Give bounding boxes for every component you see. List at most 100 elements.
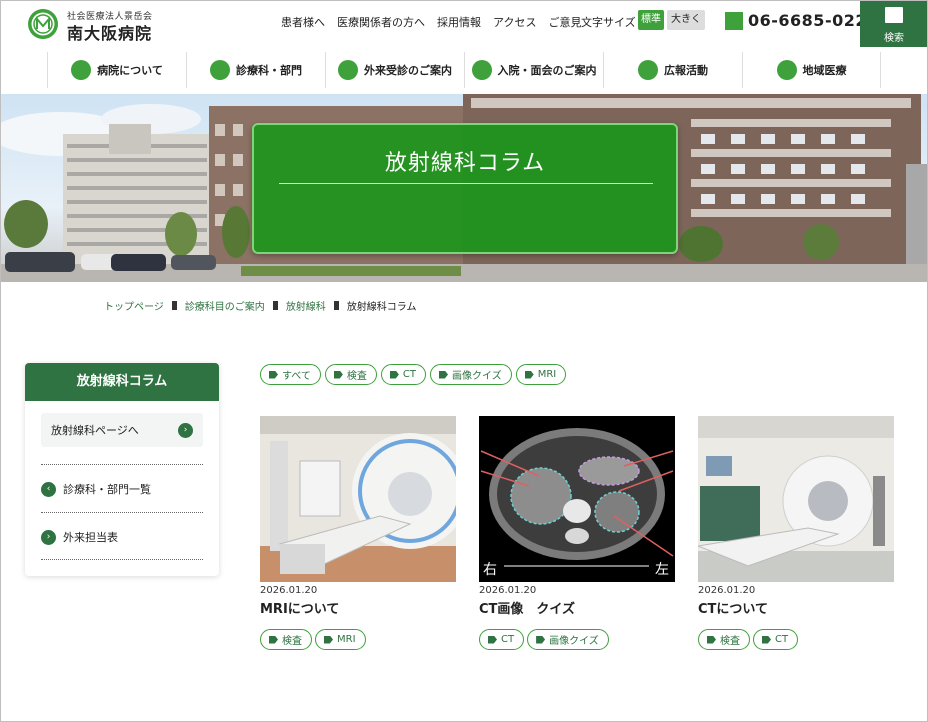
article-card-mri[interactable]: 2026.01.20 MRIについて 検査 MRI bbox=[260, 416, 456, 650]
filter-image-quiz[interactable]: 画像クイズ bbox=[430, 364, 512, 385]
nav-dot-icon bbox=[638, 60, 658, 80]
breadcrumb-separator-icon bbox=[333, 301, 339, 310]
article-tags: 検査 MRI bbox=[260, 629, 366, 650]
tag-label: 検査 bbox=[720, 636, 740, 647]
breadcrumb-current: 放射線科コラム bbox=[346, 302, 417, 313]
tag-icon bbox=[488, 635, 497, 644]
tag-label: MRI bbox=[337, 634, 356, 645]
article-tags: CT 画像クイズ bbox=[479, 629, 609, 650]
mainnav-inpatient[interactable]: 入院・面会のご案内 bbox=[464, 52, 603, 88]
font-size-label: 文字サイズ bbox=[581, 16, 636, 29]
breadcrumb-separator-icon bbox=[272, 301, 278, 310]
tag-icon bbox=[524, 370, 534, 379]
tag-icon bbox=[333, 370, 343, 379]
main-nav: 病院について 診療科・部門 外来受診のご案内 入院・面会のご案内 広報活動 地域… bbox=[47, 52, 881, 88]
nav-dot-icon bbox=[338, 60, 358, 80]
category-filters: すべて 検査 CT 画像クイズ MRI bbox=[260, 364, 567, 385]
chevron-right-icon: › bbox=[178, 422, 193, 438]
ct-scan-image[interactable]: 右 左 bbox=[479, 416, 675, 582]
mainnav-label: 地域医療 bbox=[802, 64, 847, 77]
mainnav-label: 診療科・部門 bbox=[236, 64, 302, 77]
filter-ct[interactable]: CT bbox=[380, 364, 426, 385]
tag-icon bbox=[324, 635, 333, 644]
page-title: 放射線科コラム bbox=[384, 151, 546, 176]
search-button[interactable]: 検索 bbox=[860, 1, 927, 47]
article-card-ct-quiz[interactable]: 右 左 2026.01.20 CT画像 クイズ CT 画像クイズ bbox=[479, 416, 675, 650]
top-nav: 患者様へ 医療関係者の方へ 採用情報 アクセス ご意見 bbox=[281, 14, 581, 30]
tag-icon bbox=[439, 370, 448, 379]
sidebar-link-label: 放射線科ページへ bbox=[51, 424, 139, 437]
sidebar-divider bbox=[41, 512, 203, 513]
search-icon bbox=[885, 7, 903, 23]
filter-label: MRI bbox=[537, 369, 557, 380]
breadcrumb: トップページ 診療科目のご案内 放射線科 放射線科コラム bbox=[104, 298, 417, 313]
mainnav-label: 入院・面会のご案内 bbox=[497, 64, 597, 77]
font-size-large-button[interactable]: 大きく bbox=[667, 10, 705, 30]
tag-icon bbox=[536, 635, 546, 644]
tag-label: CT bbox=[775, 634, 789, 645]
hero-title-panel: 放射線科コラム bbox=[252, 123, 678, 254]
tag-icon bbox=[707, 635, 716, 644]
topnav-feedback[interactable]: ご意見 bbox=[548, 14, 581, 30]
filter-label: 検査 bbox=[346, 371, 367, 382]
sidebar-schedule-link[interactable]: › 外来担当表 bbox=[41, 529, 203, 545]
tag-mri[interactable]: MRI bbox=[315, 629, 366, 650]
article-title[interactable]: CT画像 クイズ bbox=[479, 598, 675, 617]
hospital-logo-icon[interactable] bbox=[27, 8, 59, 40]
sidebar-divider bbox=[41, 464, 203, 465]
font-size-standard-button[interactable]: 標準 bbox=[638, 10, 664, 30]
mainnav-departments[interactable]: 診療科・部門 bbox=[186, 52, 325, 88]
breadcrumb-home[interactable]: トップページ bbox=[104, 298, 164, 313]
logo-title[interactable]: 南大阪病院 bbox=[67, 20, 152, 44]
hero-divider bbox=[279, 183, 653, 184]
sidebar-radiology-page-link[interactable]: 放射線科ページへ › bbox=[41, 413, 203, 447]
tag-icon bbox=[389, 370, 399, 379]
topnav-access[interactable]: アクセス bbox=[493, 14, 536, 30]
tag-label: 画像クイズ bbox=[549, 636, 599, 647]
sidebar-departments-link[interactable]: ‹ 診療科・部門一覧 bbox=[41, 481, 203, 497]
tag-exam[interactable]: 検査 bbox=[698, 629, 750, 650]
article-date: 2026.01.20 bbox=[698, 585, 756, 596]
filter-label: すべて bbox=[282, 371, 311, 382]
sidebar-divider bbox=[41, 559, 203, 560]
ct-room-image[interactable] bbox=[698, 416, 894, 582]
ct-left-label: 左 bbox=[655, 562, 669, 578]
mainnav-label: 外来受診のご案内 bbox=[364, 64, 452, 77]
mainnav-label: 広報活動 bbox=[664, 64, 708, 77]
chevron-right-icon: › bbox=[41, 529, 56, 545]
article-card-ct[interactable]: 2026.01.20 CTについて 検査 CT bbox=[698, 416, 894, 650]
tag-image-quiz[interactable]: 画像クイズ bbox=[527, 629, 609, 650]
mri-room-image[interactable] bbox=[260, 416, 456, 582]
tag-exam[interactable]: 検査 bbox=[260, 629, 312, 650]
nav-dot-icon bbox=[471, 60, 492, 80]
site-header: 社会医療法人景岳会 南大阪病院 患者様へ 医療関係者の方へ 採用情報 アクセス … bbox=[1, 1, 927, 47]
nav-dot-icon bbox=[71, 60, 92, 80]
breadcrumb-departments[interactable]: 診療科目のご案内 bbox=[185, 298, 265, 313]
mainnav-pr[interactable]: 広報活動 bbox=[603, 52, 742, 88]
article-title[interactable]: MRIについて bbox=[260, 598, 456, 617]
tag-ct[interactable]: CT bbox=[479, 629, 525, 650]
filter-all[interactable]: すべて bbox=[260, 364, 321, 385]
sidebar-link-label: 外来担当表 bbox=[63, 531, 118, 544]
sidebar-title: 放射線科コラム bbox=[25, 363, 219, 401]
ct-right-label: 右 bbox=[483, 562, 497, 578]
tag-icon bbox=[762, 635, 771, 644]
mainnav-about[interactable]: 病院について bbox=[47, 52, 186, 88]
topnav-patients[interactable]: 患者様へ bbox=[281, 14, 325, 30]
topnav-medical-professionals[interactable]: 医療関係者の方へ bbox=[337, 14, 425, 30]
tag-label: 検査 bbox=[282, 636, 302, 647]
mainnav-community[interactable]: 地域医療 bbox=[742, 52, 881, 88]
topnav-recruit[interactable]: 採用情報 bbox=[437, 14, 481, 30]
mainnav-outpatient[interactable]: 外来受診のご案内 bbox=[325, 52, 464, 88]
nav-dot-icon bbox=[776, 60, 797, 80]
filter-exam[interactable]: 検査 bbox=[324, 364, 377, 385]
breadcrumb-separator-icon bbox=[171, 301, 177, 310]
nav-dot-icon bbox=[210, 60, 230, 80]
breadcrumb-radiology[interactable]: 放射線科 bbox=[286, 298, 326, 313]
sidebar-link-label: 診療科・部門一覧 bbox=[63, 483, 151, 496]
tag-ct[interactable]: CT bbox=[753, 629, 799, 650]
chevron-left-icon: ‹ bbox=[41, 481, 56, 497]
filter-label: CT bbox=[402, 369, 416, 380]
filter-mri[interactable]: MRI bbox=[515, 364, 567, 385]
article-title[interactable]: CTについて bbox=[698, 598, 894, 617]
